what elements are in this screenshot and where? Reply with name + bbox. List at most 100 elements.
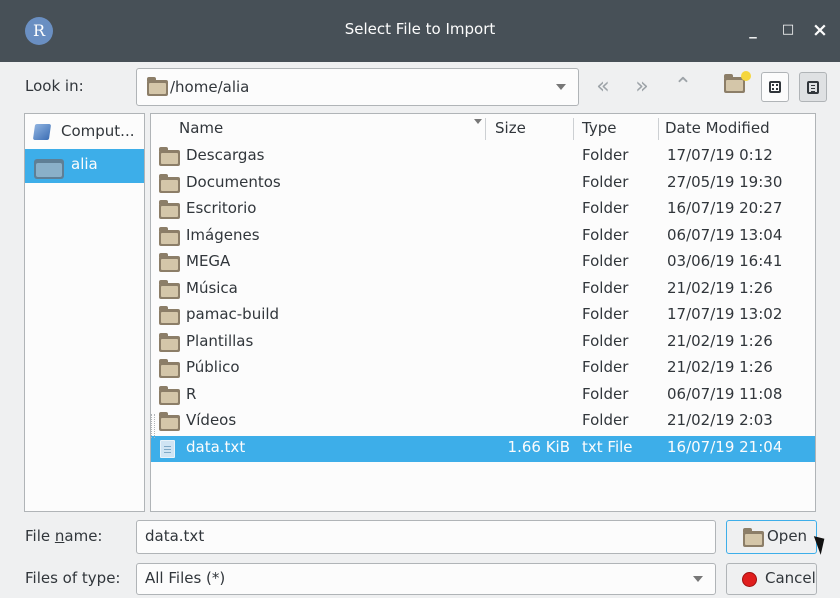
table-row[interactable]: Descargas Folder 17/07/19 0:12	[151, 144, 815, 171]
file-date: 21/02/19 2:03	[667, 411, 773, 429]
file-type: Folder	[582, 331, 629, 350]
file-type: Folder	[582, 411, 629, 429]
column-header-name[interactable]: Name	[179, 119, 223, 137]
title-bar: R Select File to Import _ □ ×	[0, 0, 840, 62]
look-in-combobox[interactable]: /home/alia	[136, 68, 579, 106]
computer-icon	[32, 124, 52, 140]
file-name: Público	[186, 358, 240, 376]
table-row[interactable]: MEGA Folder 03/06/19 16:41	[151, 250, 815, 277]
folder-icon	[34, 159, 64, 179]
file-name: Escritorio	[186, 199, 257, 217]
chevron-down-icon	[693, 576, 703, 582]
file-type: Folder	[582, 358, 629, 376]
back-button[interactable]: «	[588, 72, 618, 102]
folder-icon	[743, 528, 764, 547]
detail-view-icon	[807, 81, 819, 94]
file-name-input[interactable]: data.txt	[136, 520, 716, 554]
sidebar-item-label: alia	[71, 155, 98, 173]
sparkle-icon	[741, 71, 751, 81]
file-name: MEGA	[186, 252, 231, 270]
folder-icon	[159, 253, 180, 272]
icon-view-icon	[769, 81, 781, 93]
back-icon: «	[596, 74, 610, 99]
table-row-selected[interactable]: data.txt 1.66 KiB txt File 16/07/19 21:0…	[151, 435, 815, 462]
detail-view-button[interactable]	[799, 72, 827, 102]
file-date: 21/02/19 1:26	[667, 331, 773, 350]
file-name: Documentos	[186, 172, 281, 191]
folder-icon	[159, 359, 180, 378]
file-date: 16/07/19 20:27	[667, 199, 783, 217]
cancel-button-label: Cancel	[765, 569, 816, 587]
file-type: Folder	[582, 278, 629, 297]
forward-button[interactable]: »	[627, 72, 657, 102]
file-type: Folder	[582, 305, 629, 323]
sidebar-item-label: Comput...	[61, 122, 135, 140]
file-date: 17/07/19 0:12	[667, 146, 773, 164]
column-header-type[interactable]: Type	[582, 119, 616, 137]
maximize-button[interactable]: □	[778, 19, 798, 41]
file-date: 17/07/19 13:02	[667, 305, 783, 323]
icon-view-button[interactable]	[761, 72, 789, 102]
file-name: Descargas	[186, 146, 265, 164]
table-row[interactable]: Escritorio Folder 16/07/19 20:27	[151, 197, 815, 224]
folder-icon	[159, 200, 180, 219]
cancel-button[interactable]: Cancel	[726, 563, 817, 595]
file-list[interactable]: Name Size Type Date Modified Descargas F…	[150, 113, 816, 512]
table-row[interactable]: Imágenes Folder 06/07/19 13:04	[151, 224, 815, 251]
new-folder-button[interactable]	[724, 71, 751, 97]
table-row[interactable]: Documentos Folder 27/05/19 19:30	[151, 171, 815, 198]
file-type: Folder	[582, 199, 629, 217]
open-button-label: Open	[767, 527, 808, 545]
file-name: R	[186, 384, 197, 403]
table-row[interactable]: Música Folder 21/02/19 1:26	[151, 277, 815, 304]
file-type-select[interactable]: All Files (*)	[136, 563, 716, 595]
close-button[interactable]: ×	[810, 19, 830, 41]
table-row[interactable]: Público Folder 21/02/19 1:26	[151, 356, 815, 383]
parent-folder-button[interactable]: ⌃	[668, 72, 698, 102]
file-type: Folder	[582, 384, 629, 403]
folder-icon	[147, 77, 168, 96]
file-type-label: Files of type:	[25, 569, 121, 587]
folder-icon	[159, 173, 180, 193]
file-name-label: File name:	[25, 527, 103, 545]
open-button[interactable]: Open	[726, 520, 817, 554]
file-type: Folder	[582, 252, 629, 270]
cancel-icon	[742, 572, 757, 587]
minimize-button[interactable]: _	[743, 19, 763, 41]
forward-icon: »	[635, 74, 649, 99]
file-type-value: All Files (*)	[145, 569, 226, 587]
file-size: 1.66 KiB	[507, 437, 570, 456]
file-type: txt File	[582, 437, 633, 456]
sidebar-item-alia[interactable]: alia	[25, 149, 144, 183]
file-date: 06/07/19 13:04	[667, 225, 783, 244]
table-row[interactable]: R Folder 06/07/19 11:08	[151, 383, 815, 410]
file-name: Plantillas	[186, 331, 254, 350]
column-header-date[interactable]: Date Modified	[665, 119, 770, 137]
window-title: Select File to Import	[344, 20, 496, 38]
file-date: 03/06/19 16:41	[667, 252, 783, 270]
parent-folder-icon: ⌃	[673, 74, 693, 99]
table-row[interactable]: Vídeos Folder 21/02/19 2:03	[151, 409, 815, 436]
table-row[interactable]: pamac-build Folder 17/07/19 13:02	[151, 303, 815, 330]
file-type: Folder	[582, 225, 629, 244]
folder-icon	[159, 306, 180, 325]
folder-icon	[159, 332, 180, 352]
folder-icon	[159, 412, 180, 431]
file-type: Folder	[582, 146, 629, 164]
file-name: Imágenes	[186, 225, 260, 244]
file-date: 06/07/19 11:08	[667, 384, 783, 403]
look-in-label: Look in:	[25, 77, 84, 95]
file-name: data.txt	[186, 437, 246, 456]
column-header-size[interactable]: Size	[495, 119, 526, 137]
file-date: 21/02/19 1:26	[667, 278, 773, 297]
table-row[interactable]: Plantillas Folder 21/02/19 1:26	[151, 330, 815, 357]
sort-descending-icon	[474, 119, 482, 124]
text-file-icon	[160, 439, 175, 458]
file-date: 21/02/19 1:26	[667, 358, 773, 376]
sidebar-item-computer[interactable]: Comput...	[25, 116, 144, 149]
file-date: 27/05/19 19:30	[667, 172, 783, 191]
file-date: 16/07/19 21:04	[667, 437, 783, 456]
file-name: pamac-build	[186, 305, 280, 323]
splitter-handle[interactable]	[151, 414, 155, 438]
folder-icon	[159, 147, 180, 166]
